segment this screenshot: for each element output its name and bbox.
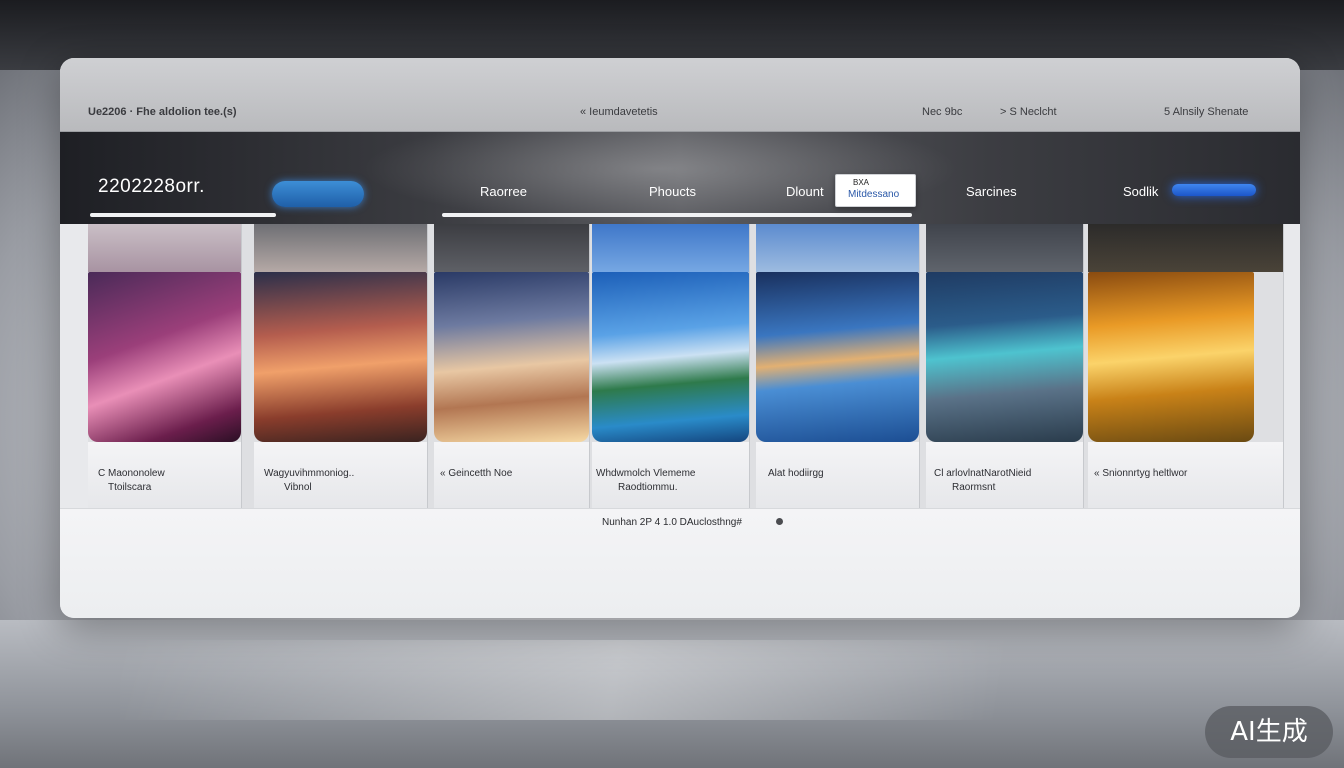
floor-reflection [120,640,1220,720]
nav-item-services[interactable]: Sarcines [966,184,1017,199]
gallery-card[interactable]: Alat hodiirgg [756,224,920,508]
card-title: Whdwmolch Vlememe [596,468,696,479]
image-gallery: C Maononolew Ttoilscara Wagyuvihmmoniog.… [88,224,1284,508]
card-header-strip [434,224,589,272]
card-subtitle: Vibnol [284,482,312,493]
card-subtitle: Ttoilscara [108,482,152,493]
gallery-card[interactable]: « Snionnrtyg heltlwor [1088,224,1284,508]
detail-caption: Nunhan 2P 4 1.0 DAuclosthng# [602,517,742,528]
card-subtitle: Raormsnt [952,482,996,493]
gallery-card[interactable]: C Maononolew Ttoilscara [88,224,242,508]
card-header-strip [254,224,427,272]
nav-item-about[interactable]: Dlount [786,184,824,199]
card-image[interactable] [88,272,241,442]
card-title: Wagyuvihmmoniog.. [264,468,355,479]
popup-tag: BXA [853,178,870,187]
site-logo[interactable]: 2202228orr. [98,176,205,198]
card-image[interactable] [592,272,749,442]
browser-window: Ue2206 · Fhe aldolion tee.(s) « Ieumdave… [60,58,1300,618]
card-header-strip [88,224,241,272]
card-header-strip [756,224,919,272]
card-image[interactable] [254,272,427,442]
system-bar-account[interactable]: 5 Alnsily Shenate [1164,106,1248,118]
popup-link[interactable]: Mitdessano [848,189,899,200]
system-bar-title: Ue2206 · Fhe aldolion tee.(s) [88,106,237,118]
nav-dropdown-popup[interactable]: BXA Mitdessano [835,174,916,207]
nav-item-social[interactable]: Sodlik [1123,184,1158,199]
card-title: « Geincetth Noe [440,468,513,479]
gallery-card[interactable]: Whdwmolch Vlememe Raodtiommu. [592,224,750,508]
gallery-card[interactable]: Wagyuvihmmoniog.. Vibnol [254,224,428,508]
detail-panel: Nunhan 2P 4 1.0 DAuclosthng# [60,508,1300,618]
card-image[interactable] [1088,272,1254,442]
nav-active-underline [442,213,912,217]
social-toggle[interactable] [1172,184,1256,196]
system-bar-link[interactable]: > S Neclcht [1000,106,1057,118]
gallery-card[interactable]: Cl arlovlnatNarotNieid Raormsnt [926,224,1084,508]
card-image[interactable] [434,272,589,442]
card-title: C Maononolew [98,468,165,479]
info-dot-icon[interactable] [776,518,783,525]
system-bar: Ue2206 · Fhe aldolion tee.(s) « Ieumdave… [60,58,1300,132]
card-header-strip [1088,224,1283,272]
system-bar-center-label[interactable]: « Ieumdavetetis [580,106,658,118]
ai-generated-watermark: AI生成 [1205,706,1333,758]
card-subtitle: Raodtiommu. [618,482,678,493]
gallery-card[interactable]: « Geincetth Noe [434,224,590,508]
card-image[interactable] [926,272,1083,442]
system-bar-status: Nec 9bc [922,106,963,118]
card-title: Cl arlovlnatNarotNieid [934,468,1032,479]
card-title: « Snionnrtyg heltlwor [1094,468,1188,479]
card-header-strip [592,224,749,272]
nav-item-home[interactable]: Raorree [480,184,527,199]
primary-cta-button[interactable] [272,181,364,207]
card-title: Alat hodiirgg [768,468,824,479]
nav-item-products[interactable]: Phoucts [649,184,696,199]
card-image[interactable] [756,272,919,442]
brand-underline [90,213,276,217]
card-header-strip [926,224,1083,272]
